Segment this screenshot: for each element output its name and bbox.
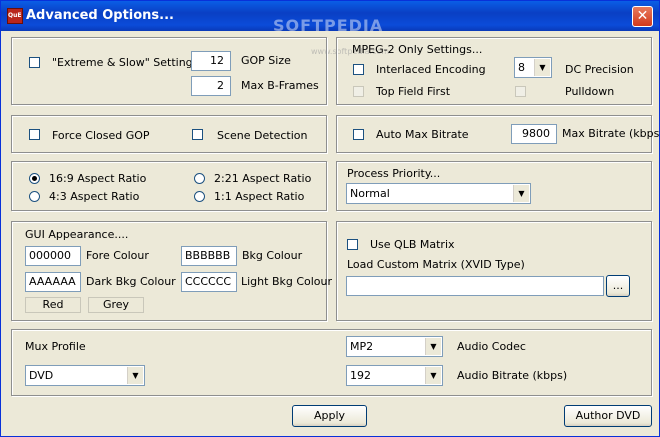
- mux-profile-label: Mux Profile: [25, 340, 86, 353]
- process-priority-value: Normal: [350, 187, 390, 200]
- process-priority-title: Process Priority...: [347, 167, 441, 180]
- author-dvd-button[interactable]: Author DVD: [564, 405, 652, 427]
- interlaced-label: Interlaced Encoding: [376, 63, 486, 76]
- audio-codec-select[interactable]: MP2 ▼: [346, 336, 443, 357]
- dc-precision-label: DC Precision: [565, 63, 634, 76]
- advanced-options-window: QuEnc Advanced Options... SOFTPEDIA ✕ ww…: [0, 0, 660, 437]
- aspect-11-radio[interactable]: [194, 191, 205, 202]
- fore-colour-input[interactable]: 000000: [25, 246, 81, 266]
- auto-max-bitrate-checkbox[interactable]: [353, 129, 364, 140]
- app-icon: QuEnc: [7, 8, 23, 24]
- aspect-43-radio[interactable]: [29, 191, 40, 202]
- dc-precision-value: 8: [518, 61, 525, 74]
- auto-max-bitrate-label: Auto Max Bitrate: [376, 128, 469, 141]
- audio-bitrate-value: 192: [350, 369, 371, 382]
- max-bitrate-label: Max Bitrate (kbps): [562, 127, 660, 140]
- mpeg2-title: MPEG-2 Only Settings...: [352, 43, 483, 56]
- audio-codec-label: Audio Codec: [457, 340, 526, 353]
- interlaced-checkbox[interactable]: [353, 64, 364, 75]
- force-closed-gop-checkbox[interactable]: [29, 129, 40, 140]
- gop-size-label: GOP Size: [241, 54, 291, 67]
- load-custom-matrix-label: Load Custom Matrix (XVID Type): [347, 258, 525, 271]
- pulldown-checkbox[interactable]: [515, 86, 526, 97]
- bkg-colour-label: Bkg Colour: [242, 249, 303, 262]
- dark-bkg-colour-label: Dark Bkg Colour: [86, 275, 176, 288]
- matrix-group: [336, 221, 652, 321]
- force-closed-gop-label: Force Closed GOP: [52, 129, 150, 142]
- close-button[interactable]: ✕: [632, 6, 653, 27]
- process-priority-select[interactable]: Normal ▼: [346, 183, 531, 204]
- chevron-down-icon[interactable]: ▼: [534, 59, 550, 76]
- top-field-first-checkbox[interactable]: [353, 86, 364, 97]
- chevron-down-icon[interactable]: ▼: [425, 338, 441, 355]
- aspect-11-label: 1:1 Aspect Ratio: [214, 190, 305, 203]
- max-bframes-label: Max B-Frames: [241, 79, 319, 92]
- max-bitrate-input[interactable]: 9800: [511, 124, 557, 144]
- chevron-down-icon[interactable]: ▼: [425, 367, 441, 384]
- light-bkg-colour-input[interactable]: CCCCCC: [181, 272, 237, 292]
- use-qlb-matrix-label: Use QLB Matrix: [370, 238, 455, 251]
- aspect-43-label: 4:3 Aspect Ratio: [49, 190, 140, 203]
- aspect-169-radio[interactable]: [29, 173, 40, 184]
- mux-profile-value: DVD: [29, 369, 54, 382]
- aspect-169-label: 16:9 Aspect Ratio: [49, 172, 147, 185]
- window-title: Advanced Options...: [26, 8, 174, 23]
- close-icon: ✕: [636, 8, 649, 24]
- aspect-ratio-group: [11, 161, 327, 211]
- watermark: SOFTPEDIA: [273, 16, 384, 35]
- fore-colour-label: Fore Colour: [86, 249, 149, 262]
- chevron-down-icon[interactable]: ▼: [513, 185, 529, 202]
- top-field-first-label: Top Field First: [376, 85, 451, 98]
- dc-precision-select[interactable]: 8 ▼: [514, 57, 552, 78]
- audio-bitrate-select[interactable]: 192 ▼: [346, 365, 443, 386]
- gui-appearance-title: GUI Appearance....: [25, 228, 129, 241]
- gop-size-input[interactable]: 12: [191, 51, 231, 71]
- audio-codec-value: MP2: [350, 340, 374, 353]
- bkg-colour-input[interactable]: BBBBBB: [181, 246, 237, 266]
- chevron-down-icon[interactable]: ▼: [127, 367, 143, 384]
- extreme-slow-checkbox[interactable]: [29, 57, 40, 68]
- scene-detection-checkbox[interactable]: [192, 129, 203, 140]
- aspect-221-radio[interactable]: [194, 173, 205, 184]
- audio-bitrate-label: Audio Bitrate (kbps): [457, 369, 568, 382]
- red-theme-button[interactable]: Red: [25, 297, 81, 313]
- browse-matrix-button[interactable]: ...: [606, 275, 630, 297]
- aspect-221-label: 2:21 Aspect Ratio: [214, 172, 312, 185]
- mux-profile-select[interactable]: DVD ▼: [25, 365, 145, 386]
- custom-matrix-path-input[interactable]: [346, 276, 604, 296]
- extreme-slow-label: "Extreme & Slow" Settings: [52, 56, 199, 69]
- apply-button[interactable]: Apply: [292, 405, 367, 427]
- light-bkg-colour-label: Light Bkg Colour: [241, 275, 333, 288]
- encoding-settings-group: [11, 37, 327, 105]
- scene-detection-label: Scene Detection: [217, 129, 308, 142]
- max-bframes-input[interactable]: 2: [191, 76, 231, 96]
- dark-bkg-colour-input[interactable]: AAAAAA: [25, 272, 81, 292]
- grey-theme-button[interactable]: Grey: [88, 297, 144, 313]
- pulldown-label: Pulldown: [565, 85, 615, 98]
- title-bar[interactable]: QuEnc Advanced Options... SOFTPEDIA ✕: [1, 1, 659, 35]
- use-qlb-matrix-checkbox[interactable]: [347, 239, 358, 250]
